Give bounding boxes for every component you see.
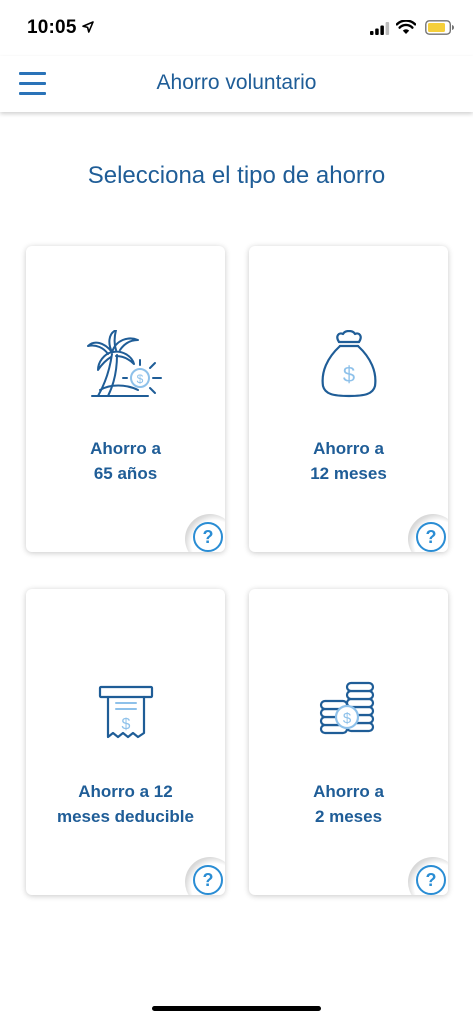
battery-icon [425, 20, 454, 35]
svg-text:$: $ [121, 716, 130, 733]
app-header: Ahorro voluntario [0, 56, 473, 112]
status-time: 10:05 [27, 17, 77, 38]
home-indicator[interactable] [152, 1006, 321, 1011]
question-icon: ? [416, 522, 446, 552]
card-ahorro-2-meses[interactable]: $ Ahorro a 2 meses ? [249, 589, 448, 895]
card-label: Ahorro a 12 meses deducible [56, 782, 194, 826]
card-ahorro-65-anos[interactable]: $ Ahorro a 65 años ? [26, 246, 225, 552]
svg-text:$: $ [342, 362, 354, 387]
palm-tree-icon: $ [26, 330, 225, 404]
question-icon: ? [416, 865, 446, 895]
status-bar: 10:05 [0, 0, 473, 56]
wifi-icon [396, 20, 416, 34]
help-button[interactable]: ? [185, 514, 225, 552]
location-arrow-icon [82, 21, 94, 33]
help-button[interactable]: ? [408, 514, 448, 552]
card-ahorro-12-meses-deducible[interactable]: $ Ahorro a 12 meses deducible ? [26, 589, 225, 895]
card-label: Ahorro a 12 meses [310, 439, 387, 483]
question-icon: ? [193, 865, 223, 895]
card-label: Ahorro a 2 meses [313, 782, 384, 826]
page-title: Selecciona el tipo de ahorro [87, 162, 386, 189]
help-button[interactable]: ? [185, 857, 225, 895]
question-icon: ? [193, 522, 223, 552]
svg-text:$: $ [342, 710, 351, 727]
signal-icon [370, 22, 390, 35]
money-bag-icon: $ [249, 330, 448, 404]
svg-text:$: $ [136, 372, 143, 386]
coin-stack-icon: $ [249, 673, 448, 747]
receipt-icon: $ [26, 673, 225, 747]
header-title: Ahorro voluntario [156, 71, 317, 94]
card-label: Ahorro a 65 años [90, 439, 161, 483]
help-button[interactable]: ? [408, 857, 448, 895]
card-ahorro-12-meses[interactable]: $ Ahorro a 12 meses ? [249, 246, 448, 552]
